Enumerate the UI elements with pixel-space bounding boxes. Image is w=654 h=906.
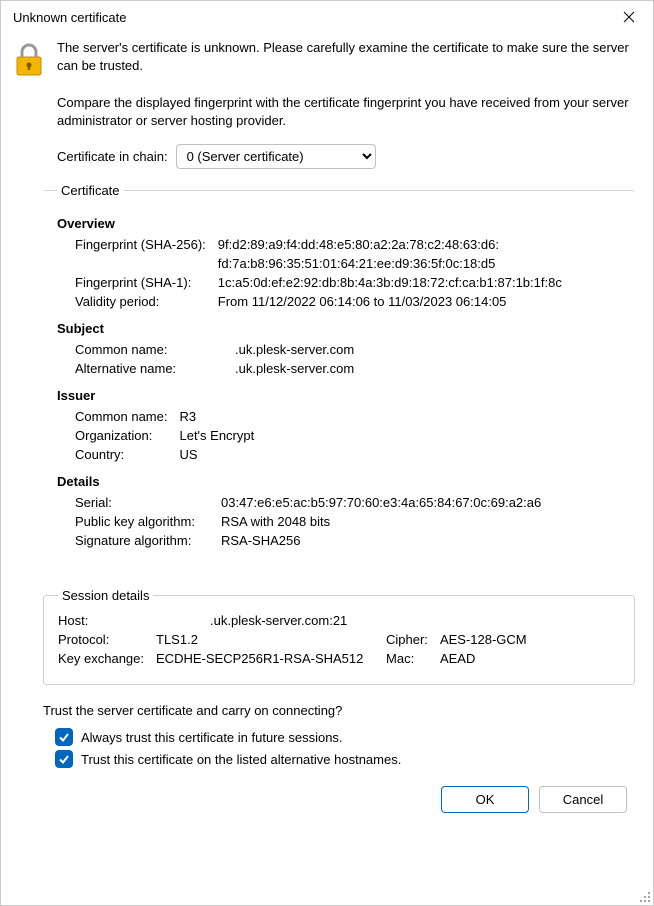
protocol-value: TLS1.2	[156, 630, 386, 649]
issuer-cn-label: Common name:	[75, 407, 179, 426]
close-button[interactable]	[615, 3, 643, 31]
checkbox-trust-altnames[interactable]	[55, 750, 73, 768]
protocol-label: Protocol:	[58, 630, 156, 649]
session-legend: Session details	[58, 588, 153, 603]
host-value: .uk.plesk-server.com:21	[156, 611, 533, 630]
fp1-value: 1c:a5:0d:ef:e2:92:db:8b:4a:3b:d9:18:72:c…	[218, 273, 568, 292]
issuer-org-value: Let's Encrypt	[179, 426, 260, 445]
cipher-value: AES-128-GCM	[440, 630, 533, 649]
validity-value: From 11/12/2022 06:14:06 to 11/03/2023 0…	[218, 292, 568, 311]
subject-an-label: Alternative name:	[75, 359, 235, 378]
lock-icon	[15, 43, 43, 80]
pk-algo-label: Public key algorithm:	[75, 512, 221, 531]
certificate-legend: Certificate	[57, 183, 124, 198]
kex-value: ECDHE-SECP256R1-RSA-SHA512	[156, 649, 386, 668]
ok-button[interactable]: OK	[441, 786, 529, 813]
dialog-title: Unknown certificate	[13, 10, 126, 25]
validity-label: Validity period:	[75, 292, 218, 311]
fp1-label: Fingerprint (SHA-1):	[75, 273, 218, 292]
issuer-heading: Issuer	[57, 388, 621, 403]
cipher-label: Cipher:	[386, 630, 440, 649]
pk-algo-value: RSA with 2048 bits	[221, 512, 547, 531]
subject-cn-label: Common name:	[75, 340, 235, 359]
checkbox-trust-altnames-label[interactable]: Trust this certificate on the listed alt…	[81, 752, 401, 767]
sig-algo-value: RSA-SHA256	[221, 531, 547, 550]
chain-label: Certificate in chain:	[57, 149, 168, 164]
mac-value: AEAD	[440, 649, 533, 668]
subject-cn-value: .uk.plesk-server.com	[235, 340, 360, 359]
details-heading: Details	[57, 474, 621, 489]
lead-text: The server's certificate is unknown. Ple…	[57, 39, 635, 75]
fp256-value-line1: 9f:d2:89:a9:f4:dd:48:e5:80:a2:2a:78:c2:4…	[218, 235, 568, 254]
subject-an-value: .uk.plesk-server.com	[235, 359, 360, 378]
mac-label: Mac:	[386, 649, 440, 668]
kex-label: Key exchange:	[58, 649, 156, 668]
certificate-group: Certificate Overview Fingerprint (SHA-25…	[43, 183, 635, 566]
close-icon	[623, 11, 635, 23]
chain-select[interactable]: 0 (Server certificate)	[176, 144, 376, 169]
checkbox-always-trust[interactable]	[55, 728, 73, 746]
check-icon	[58, 731, 70, 743]
check-icon	[58, 753, 70, 765]
trust-question: Trust the server certificate and carry o…	[43, 703, 635, 718]
issuer-cn-value: R3	[179, 407, 260, 426]
host-label: Host:	[58, 611, 156, 630]
checkbox-always-trust-label[interactable]: Always trust this certificate in future …	[81, 730, 343, 745]
session-group: Session details Host: .uk.plesk-server.c…	[43, 588, 635, 685]
serial-label: Serial:	[75, 493, 221, 512]
cancel-button[interactable]: Cancel	[539, 786, 627, 813]
sig-algo-label: Signature algorithm:	[75, 531, 221, 550]
subject-heading: Subject	[57, 321, 621, 336]
issuer-org-label: Organization:	[75, 426, 179, 445]
fp256-label: Fingerprint (SHA-256):	[75, 235, 218, 254]
issuer-country-label: Country:	[75, 445, 179, 464]
resize-grip[interactable]	[637, 889, 651, 903]
compare-text: Compare the displayed fingerprint with t…	[57, 94, 635, 130]
issuer-country-value: US	[179, 445, 260, 464]
serial-value: 03:47:e6:e5:ac:b5:97:70:60:e3:4a:65:84:6…	[221, 493, 547, 512]
fp256-value-line2: fd:7a:b8:96:35:51:01:64:21:ee:d9:36:5f:0…	[218, 254, 568, 273]
overview-heading: Overview	[57, 216, 621, 231]
